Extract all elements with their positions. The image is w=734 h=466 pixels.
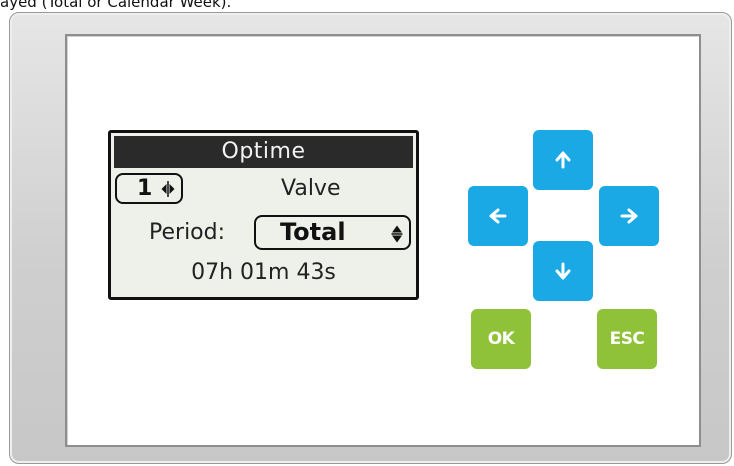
control-panel: Optime 1 Valve Period: Total 07h 01m 43s… [65, 34, 701, 447]
down-button[interactable] [533, 241, 593, 301]
period-value: Total [280, 218, 346, 246]
left-button[interactable] [468, 186, 528, 246]
ok-button-label: OK [487, 329, 515, 349]
caption-text: ayed (Total or Calendar Week). [0, 0, 232, 10]
ok-button[interactable]: OK [471, 309, 531, 369]
arrow-up-icon [555, 151, 571, 169]
arrow-right-icon [620, 208, 638, 224]
up-button[interactable] [533, 130, 593, 190]
period-selector[interactable]: Total [254, 215, 411, 250]
period-label: Period: [149, 220, 226, 245]
lcd-screen: Optime 1 Valve Period: Total 07h 01m 43s [108, 130, 419, 300]
esc-button-label: ESC [609, 329, 645, 349]
valve-selector[interactable]: 1 [115, 173, 183, 204]
elapsed-time: 07h 01m 43s [191, 260, 336, 285]
valve-label: Valve [281, 176, 341, 201]
up-down-arrows-icon [391, 225, 403, 243]
controller-device: Optime 1 Valve Period: Total 07h 01m 43s… [9, 12, 732, 464]
valve-number: 1 [137, 176, 153, 201]
left-right-arrows-icon [161, 181, 175, 197]
arrow-down-icon [555, 262, 571, 280]
right-button[interactable] [599, 186, 659, 246]
arrow-left-icon [489, 208, 507, 224]
screen-title: Optime [114, 136, 413, 168]
esc-button[interactable]: ESC [597, 309, 657, 369]
